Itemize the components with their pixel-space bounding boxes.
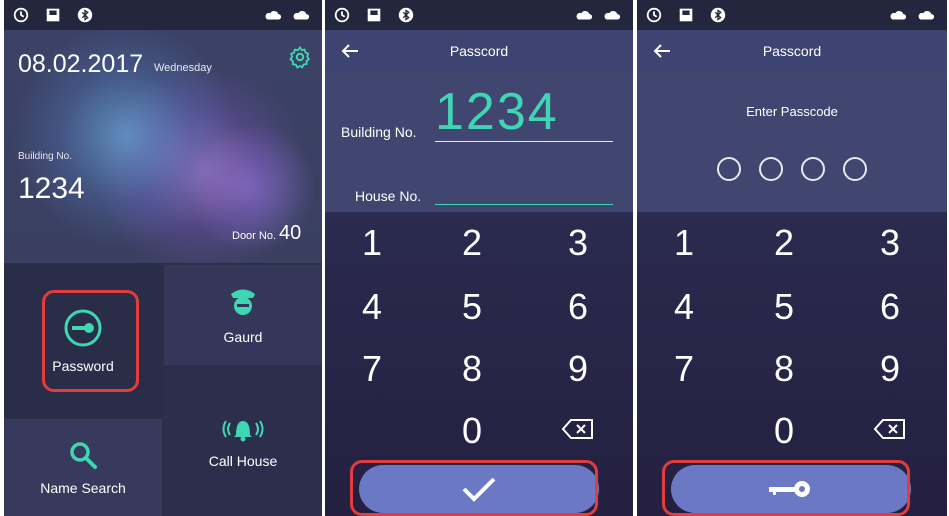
confirm-highlight — [350, 460, 598, 516]
backspace-icon — [873, 419, 905, 439]
app-bar: Passcord — [325, 30, 633, 72]
passcode-screen: Passcord Enter Passcode 1 2 3 4 5 6 7 8 … — [637, 0, 947, 516]
key-3[interactable]: 3 — [855, 222, 925, 264]
cloud-ls-icon — [604, 11, 621, 20]
door-label: Door No. — [232, 230, 277, 242]
house-label: House No. — [355, 188, 422, 204]
key-5[interactable]: 5 — [749, 286, 819, 328]
status-bar — [4, 0, 322, 30]
search-icon — [70, 441, 97, 469]
history-icon — [646, 7, 662, 23]
weekday: Wednesday — [154, 62, 212, 74]
unlock-highlight — [662, 460, 910, 516]
date: 08.02.2017 — [18, 50, 144, 78]
backspace-key[interactable] — [855, 418, 925, 440]
key-6[interactable]: 6 — [855, 286, 925, 328]
key-8[interactable]: 8 — [749, 348, 819, 390]
key-4[interactable]: 4 — [649, 286, 719, 328]
key-1[interactable]: 1 — [337, 222, 407, 264]
guard-tile[interactable]: Gaurd — [164, 265, 322, 365]
key-6[interactable]: 6 — [543, 286, 613, 328]
key-9[interactable]: 9 — [855, 348, 925, 390]
name-search-tile[interactable]: Name Search — [4, 419, 162, 516]
app-bar: Passcord — [637, 30, 947, 72]
sd-card-icon — [46, 8, 60, 22]
house-number-field[interactable] — [435, 204, 613, 205]
page-title: Passcord — [449, 43, 509, 59]
cloud-icon — [576, 11, 593, 20]
entry-area — [637, 72, 947, 212]
call-house-label: Call House — [208, 452, 278, 469]
key-4[interactable]: 4 — [337, 286, 407, 328]
key-1[interactable]: 1 — [649, 222, 719, 264]
building-number: 1234 — [18, 172, 85, 205]
key-2[interactable]: 2 — [749, 222, 819, 264]
door-value: 40 — [279, 222, 302, 244]
door-number: Door No. 40 — [232, 222, 301, 245]
passcode-prompt: Enter Passcode — [746, 104, 838, 119]
gear-icon[interactable] — [288, 45, 312, 69]
backspace-icon — [561, 419, 593, 439]
passcode-dot — [801, 157, 825, 181]
cloud-ls-icon — [293, 11, 310, 20]
building-number-field[interactable]: 1234 — [435, 82, 559, 142]
bluetooth-icon — [77, 7, 93, 23]
key-9[interactable]: 9 — [543, 348, 613, 390]
sd-card-icon — [367, 8, 381, 22]
house-entry-screen: Passcord Building No. 1234 House No. 1 2… — [325, 0, 633, 516]
building-underline — [435, 141, 613, 142]
building-label: Building No. — [18, 151, 72, 162]
sd-card-icon — [679, 8, 693, 22]
key-7[interactable]: 7 — [337, 348, 407, 390]
status-bar — [325, 0, 633, 30]
key-7[interactable]: 7 — [649, 348, 719, 390]
passcode-dot — [759, 157, 783, 181]
bell-ringing-icon — [222, 419, 264, 441]
key-8[interactable]: 8 — [437, 348, 507, 390]
building-label: Building No. — [341, 124, 417, 140]
backspace-key[interactable] — [543, 418, 613, 440]
passcode-dot — [843, 157, 867, 181]
guard-icon — [231, 289, 255, 315]
key-5[interactable]: 5 — [437, 286, 507, 328]
cloud-icon — [890, 11, 907, 20]
guard-label: Gaurd — [223, 329, 263, 345]
name-search-label: Name Search — [40, 479, 126, 496]
key-2[interactable]: 2 — [437, 222, 507, 264]
cloud-icon — [265, 11, 282, 20]
key-0[interactable]: 0 — [749, 410, 819, 452]
cloud-ls-icon — [918, 11, 935, 20]
key-0[interactable]: 0 — [437, 410, 507, 452]
passcode-dots — [717, 157, 867, 181]
call-house-tile[interactable]: Call House — [164, 367, 322, 516]
passcode-dot — [717, 157, 741, 181]
page-title: Passcord — [762, 43, 822, 59]
bluetooth-icon — [398, 7, 414, 23]
password-highlight — [42, 290, 139, 392]
history-icon — [334, 7, 350, 23]
bluetooth-icon — [710, 7, 726, 23]
history-icon — [13, 7, 29, 23]
home-screen: 08.02.2017 Wednesday Building No. 1234 D… — [4, 0, 322, 516]
status-bar — [637, 0, 947, 30]
key-3[interactable]: 3 — [543, 222, 613, 264]
